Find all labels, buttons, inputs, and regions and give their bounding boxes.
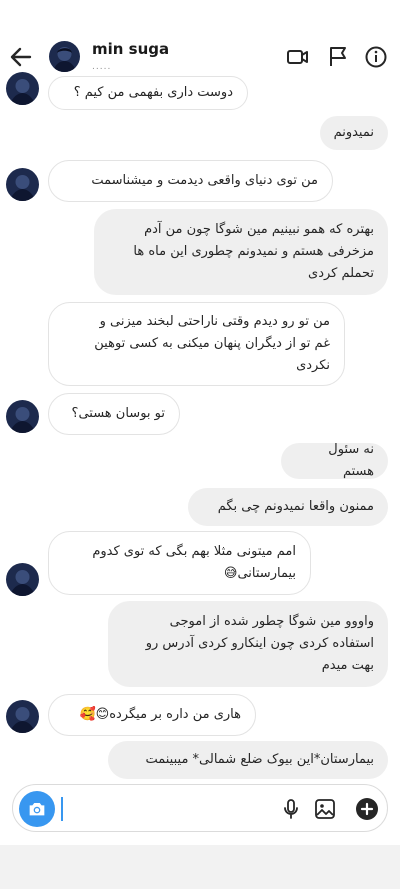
contact-subtitle: .....: [92, 62, 112, 72]
video-call-icon[interactable]: [286, 45, 310, 69]
sender-avatar[interactable]: [6, 168, 39, 201]
message-outgoing[interactable]: بهتره که همو نبینیم مین شوگا چون من آدم …: [94, 209, 388, 295]
sender-avatar[interactable]: [6, 72, 39, 105]
profile-avatar[interactable]: [49, 41, 80, 72]
text-cursor: [61, 797, 63, 821]
sender-avatar[interactable]: [6, 563, 39, 596]
camera-icon[interactable]: [19, 791, 55, 827]
contact-name[interactable]: min suga: [92, 40, 169, 58]
chat-header: min suga .....: [0, 0, 400, 82]
message-outgoing[interactable]: ممنون واقعا نمیدونم چی بگم: [188, 488, 388, 526]
sender-avatar[interactable]: [6, 400, 39, 433]
message-incoming[interactable]: من تو رو دیدم وقتی ناراحتی لبخند میزنی و…: [48, 302, 345, 386]
message-incoming[interactable]: هاری من داره بر میگرده😊🥰: [48, 694, 256, 736]
microphone-icon[interactable]: [279, 797, 303, 821]
message-incoming[interactable]: دوست داری بفهمی من کیم ؟: [48, 76, 248, 110]
message-composer[interactable]: [12, 784, 388, 832]
info-icon[interactable]: [364, 45, 388, 69]
gallery-icon[interactable]: [313, 797, 337, 821]
message-incoming[interactable]: تو بوسان هستی؟: [48, 393, 180, 435]
flag-icon[interactable]: [326, 45, 350, 69]
message-outgoing[interactable]: نه سئول هستم: [281, 442, 388, 479]
message-outgoing[interactable]: واووو مین شوگا چطور شده از اموجی استفاده…: [108, 601, 388, 687]
plus-icon[interactable]: [355, 797, 379, 821]
message-incoming[interactable]: من توی دنیای واقعی دیدمت و میشناسمت: [48, 160, 333, 202]
message-input[interactable]: [65, 795, 275, 823]
sender-avatar[interactable]: [6, 700, 39, 733]
message-outgoing[interactable]: بیمارستان*این بیوک ضلع شمالی* میبینمت: [108, 741, 388, 779]
back-arrow-icon[interactable]: [8, 44, 34, 70]
message-outgoing[interactable]: نمیدونم: [320, 116, 388, 150]
system-navigation-bar: [0, 845, 400, 889]
message-incoming[interactable]: امم میتونی مثلا بهم بگی که توی کدوم بیما…: [48, 531, 311, 595]
